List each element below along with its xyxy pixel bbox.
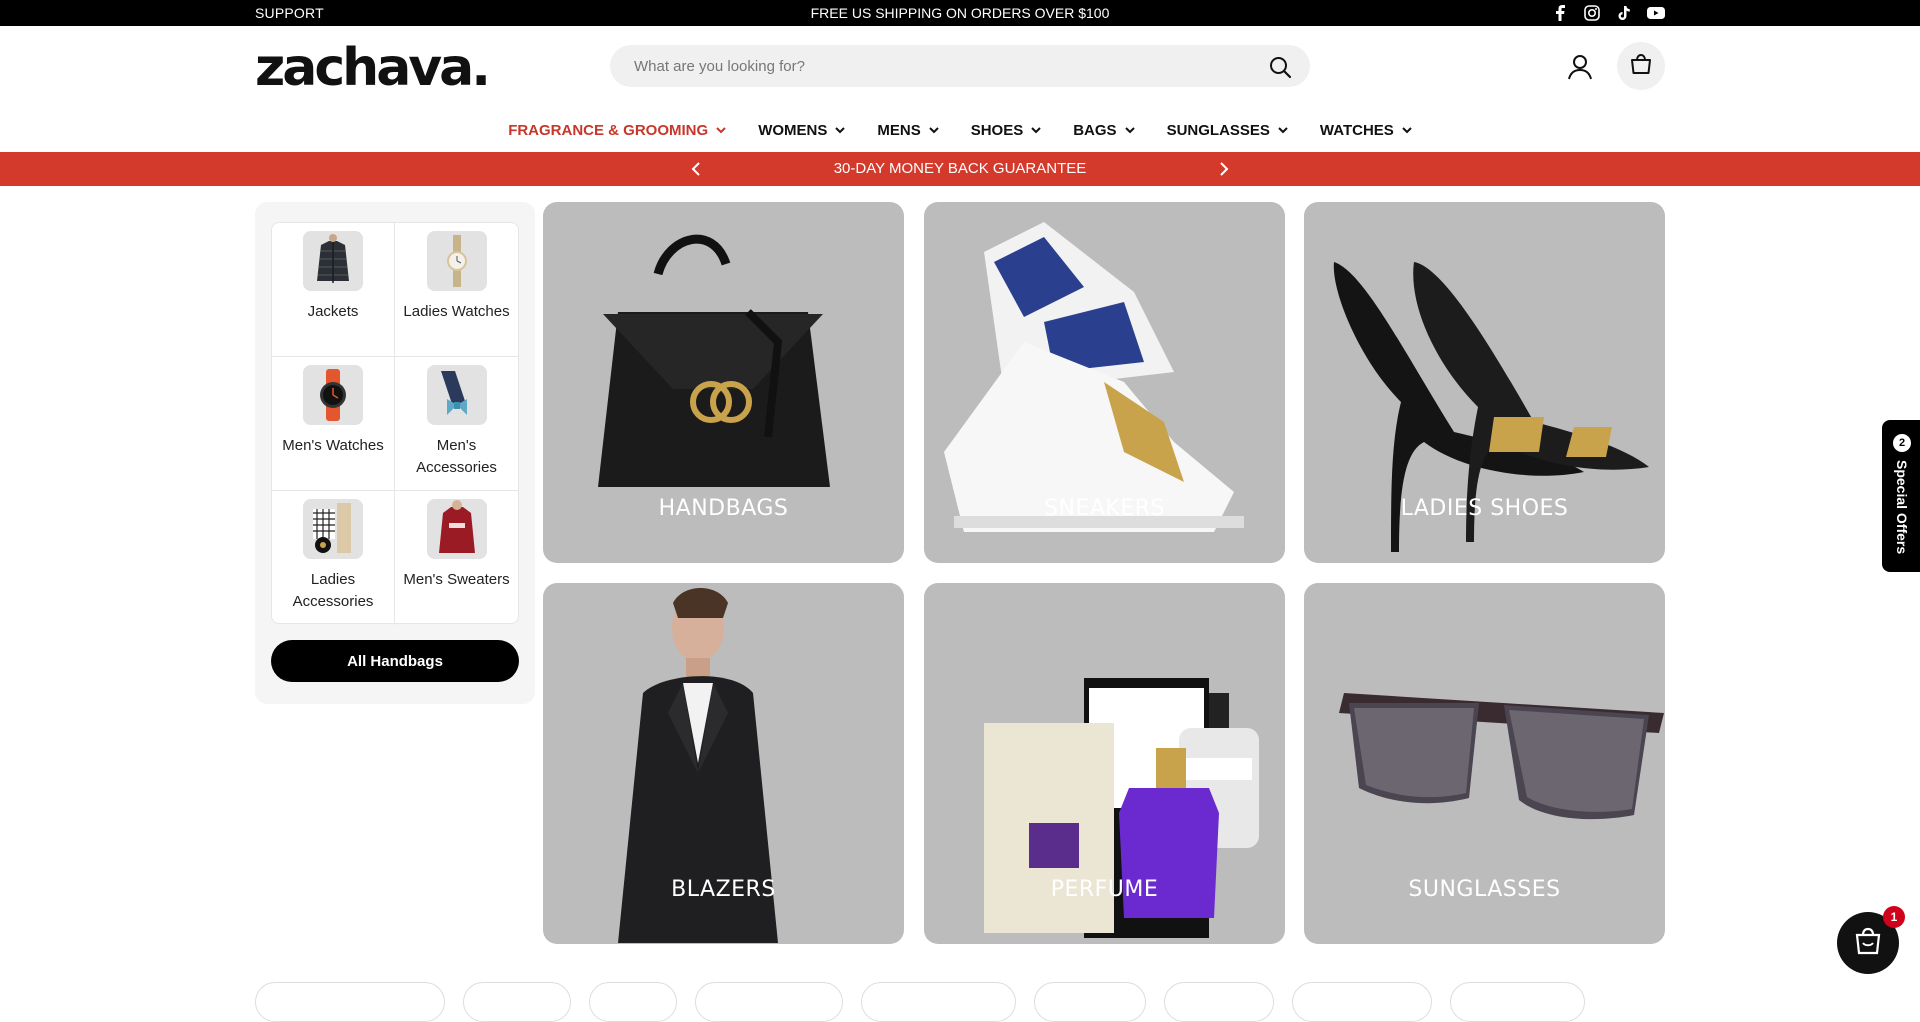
chevron-right-icon[interactable] bbox=[1214, 160, 1232, 178]
instagram-icon[interactable] bbox=[1583, 4, 1601, 22]
ladies-watch-thumbnail bbox=[426, 231, 487, 291]
chip[interactable] bbox=[695, 982, 843, 1022]
subcategory-label: Ladies Accessories bbox=[292, 571, 374, 610]
nav-item-shoes[interactable]: SHOES bbox=[971, 116, 1042, 144]
chat-notification-badge: 1 bbox=[1883, 906, 1905, 928]
category-tile-sneakers[interactable]: SNEAKERS bbox=[924, 202, 1285, 563]
subcategory-label: Ladies Watches bbox=[403, 303, 510, 320]
nav-item-bags[interactable]: BAGS bbox=[1073, 116, 1135, 144]
nav-label: MENS bbox=[877, 121, 921, 139]
mens-sweater-thumbnail bbox=[426, 499, 487, 559]
category-tile-sunglasses[interactable]: SUNGLASSES bbox=[1304, 583, 1665, 944]
chevron-down-icon bbox=[1402, 127, 1412, 134]
chevron-down-icon bbox=[1278, 127, 1288, 134]
tile-label: BLAZERS bbox=[671, 877, 776, 902]
promo-text: 30-DAY MONEY BACK GUARANTEE bbox=[833, 160, 1087, 177]
subcategory-label: Jackets bbox=[307, 303, 359, 320]
mens-accessories-thumbnail bbox=[426, 365, 487, 425]
search-bar bbox=[610, 45, 1310, 87]
jacket-thumbnail bbox=[303, 231, 363, 291]
subcategory-panel: Jackets Ladies Watches Men's Watches Men… bbox=[255, 202, 535, 704]
subcategory-mens-sweaters[interactable]: Men's Sweaters bbox=[395, 491, 518, 625]
main-nav: FRAGRANCE & GROOMING WOMENS MENS SHOES B… bbox=[0, 116, 1920, 144]
social-links bbox=[1551, 4, 1665, 22]
subcategory-label: Men's Accessories bbox=[416, 437, 497, 476]
all-handbags-button[interactable]: All Handbags bbox=[271, 640, 519, 682]
tile-label: PERFUME bbox=[1050, 877, 1159, 902]
chat-button[interactable]: 1 bbox=[1837, 906, 1905, 974]
site-header: zachava. bbox=[0, 26, 1920, 106]
nav-label: SHOES bbox=[970, 121, 1024, 139]
top-bar: SUPPORT FREE US SHIPPING ON ORDERS OVER … bbox=[0, 0, 1920, 26]
subcategory-jackets[interactable]: Jackets bbox=[272, 223, 395, 357]
cart-button[interactable] bbox=[1617, 42, 1665, 90]
chevron-down-icon bbox=[1124, 127, 1135, 134]
chevron-down-icon bbox=[1031, 127, 1041, 134]
nav-label: BAGS bbox=[1073, 121, 1117, 139]
ladies-accessories-thumbnail bbox=[303, 499, 363, 559]
tile-label: LADIES SHOES bbox=[1400, 496, 1569, 521]
chip[interactable] bbox=[463, 982, 571, 1022]
chip[interactable] bbox=[255, 982, 445, 1022]
nav-item-watches[interactable]: WATCHES bbox=[1320, 116, 1412, 144]
category-tile-blazers[interactable]: BLAZERS bbox=[543, 583, 904, 944]
subcategory-label: Men's Sweaters bbox=[403, 571, 510, 588]
nav-label: FRAGRANCE & GROOMING bbox=[508, 121, 709, 139]
subcategory-ladies-watches[interactable]: Ladies Watches bbox=[395, 223, 518, 357]
nav-label: WATCHES bbox=[1319, 121, 1394, 139]
site-logo[interactable]: zachava. bbox=[255, 38, 491, 98]
facebook-icon[interactable] bbox=[1551, 4, 1569, 22]
tile-label: HANDBAGS bbox=[658, 496, 789, 521]
account-icon[interactable] bbox=[1565, 52, 1595, 82]
special-offers-label: Special Offers bbox=[1894, 460, 1910, 555]
tile-label: SUNGLASSES bbox=[1408, 877, 1561, 902]
promo-bar: 30-DAY MONEY BACK GUARANTEE bbox=[0, 152, 1920, 186]
chevron-down-icon bbox=[928, 127, 939, 134]
category-tile-perfume[interactable]: PERFUME bbox=[924, 583, 1285, 944]
chip[interactable] bbox=[1450, 982, 1585, 1022]
youtube-icon[interactable] bbox=[1647, 4, 1665, 22]
special-offers-tab[interactable]: 2 Special Offers bbox=[1882, 420, 1920, 572]
tiktok-icon[interactable] bbox=[1615, 4, 1633, 22]
offers-count-badge: 2 bbox=[1893, 434, 1911, 452]
chip[interactable] bbox=[1164, 982, 1274, 1022]
search-input[interactable] bbox=[634, 45, 1234, 87]
subcategory-grid: Jackets Ladies Watches Men's Watches Men… bbox=[271, 222, 519, 625]
subcategory-ladies-accessories[interactable]: Ladies Accessories bbox=[272, 491, 395, 625]
category-tile-ladies-shoes[interactable]: LADIES SHOES bbox=[1304, 202, 1665, 563]
nav-item-fragrance-grooming[interactable]: FRAGRANCE & GROOMING bbox=[508, 116, 726, 144]
tile-label: SNEAKERS bbox=[1044, 496, 1165, 521]
nav-item-womens[interactable]: WOMENS bbox=[758, 116, 846, 144]
chat-bag-icon bbox=[1852, 925, 1884, 962]
chip[interactable] bbox=[1292, 982, 1432, 1022]
nav-label: SUNGLASSES bbox=[1166, 121, 1270, 139]
chevron-down-icon bbox=[716, 127, 726, 134]
chip[interactable] bbox=[861, 982, 1016, 1022]
search-icon[interactable] bbox=[1268, 55, 1292, 79]
bottom-chip-row bbox=[255, 982, 1585, 1022]
category-tile-handbags[interactable]: HANDBAGS bbox=[543, 202, 904, 563]
nav-item-sunglasses[interactable]: SUNGLASSES bbox=[1167, 116, 1288, 144]
nav-label: WOMENS bbox=[758, 121, 828, 139]
subcategory-mens-accessories[interactable]: Men's Accessories bbox=[395, 357, 518, 491]
subcategory-label: Men's Watches bbox=[282, 437, 384, 454]
chip[interactable] bbox=[1034, 982, 1146, 1022]
chevron-down-icon bbox=[835, 127, 846, 134]
shopping-bag-icon bbox=[1629, 52, 1653, 81]
nav-item-mens[interactable]: MENS bbox=[877, 116, 939, 144]
subcategory-mens-watches[interactable]: Men's Watches bbox=[272, 357, 395, 491]
mens-watch-thumbnail bbox=[303, 365, 363, 425]
chip[interactable] bbox=[589, 982, 677, 1022]
